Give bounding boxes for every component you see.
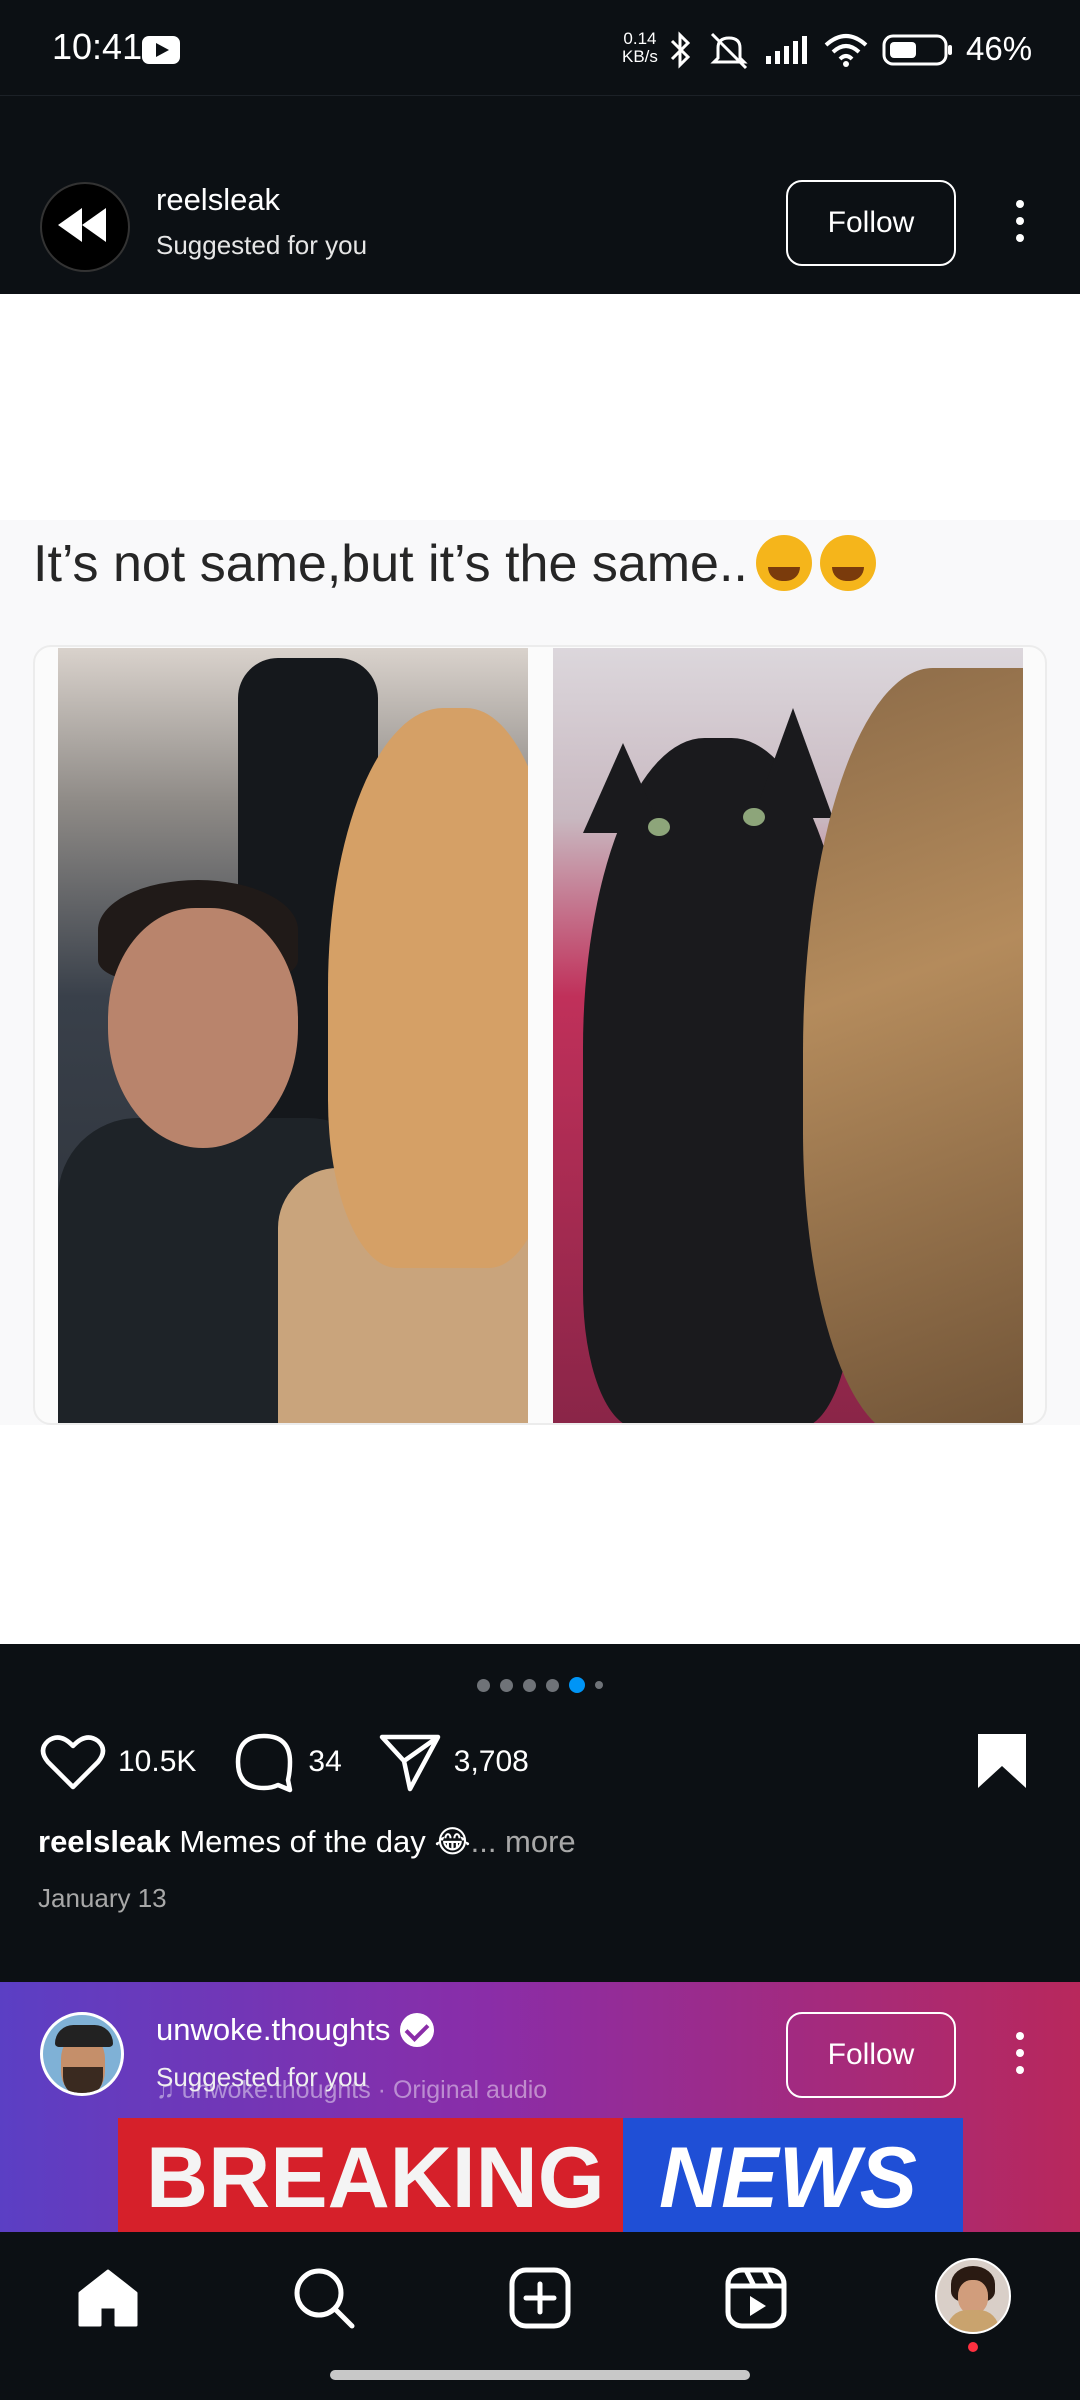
home-indicator[interactable] <box>330 2370 750 2380</box>
black-cat-eye <box>648 818 670 836</box>
post-avatar[interactable] <box>40 182 130 272</box>
status-icons <box>668 30 954 70</box>
laughing-emoji-icon <box>819 535 876 591</box>
nav-create[interactable] <box>500 2258 580 2338</box>
caption-more-link[interactable]: ... more <box>471 1824 576 1859</box>
bluetooth-icon <box>670 31 691 69</box>
next-post-user[interactable]: unwoke.thoughts <box>156 2012 435 2048</box>
caption-username[interactable]: reelsleak <box>38 1824 171 1859</box>
carousel-dot <box>477 1678 490 1692</box>
signal-icon <box>766 36 807 64</box>
carousel-indicator <box>0 1677 1080 1693</box>
comment-icon[interactable] <box>232 1730 296 1794</box>
carousel-dot <box>500 1678 513 1692</box>
tabby-cat <box>803 668 1023 1423</box>
next-post-avatar[interactable] <box>40 2012 124 2096</box>
bookmark-icon[interactable] <box>976 1732 1028 1790</box>
wifi-icon <box>824 34 868 67</box>
battery-percent: 46% <box>966 30 1033 67</box>
more-options-icon[interactable] <box>1000 196 1040 250</box>
create-icon[interactable] <box>508 2266 572 2330</box>
carousel-dot <box>595 1681 603 1689</box>
black-cat-eye <box>743 808 765 826</box>
post-username[interactable]: reelsleak <box>156 182 280 218</box>
laughing-emoji-icon <box>755 535 812 591</box>
carousel-dot <box>523 1678 536 1692</box>
profile-notification-dot <box>968 2342 978 2352</box>
share-count[interactable]: 3,708 <box>454 1745 529 1779</box>
carousel-dot-active <box>569 1677 585 1693</box>
man-face <box>108 908 298 1148</box>
verified-badge-icon <box>400 2013 435 2047</box>
like-count[interactable]: 10.5K <box>118 1745 196 1779</box>
post-caption[interactable]: reelsleak Memes of the day 😂... more <box>38 1824 576 1860</box>
heart-icon[interactable] <box>40 1732 106 1792</box>
send-icon[interactable] <box>378 1731 442 1793</box>
post-suggested-label: Suggested for you <box>156 230 368 260</box>
comment-count[interactable]: 34 <box>308 1745 341 1779</box>
meme-text-label: It’s not same,but it’s the same.. <box>33 535 748 593</box>
reels-icon[interactable] <box>724 2266 788 2330</box>
network-speed-unit: KB/s <box>622 47 658 66</box>
profile-avatar[interactable] <box>935 2258 1011 2334</box>
next-post-username[interactable]: unwoke.thoughts <box>156 2012 390 2048</box>
share-action[interactable]: 3,708 <box>378 1731 529 1793</box>
search-icon[interactable] <box>292 2266 356 2330</box>
network-speed: 0.14 KB/s <box>622 30 658 66</box>
caption-text: Memes of the day 😂 <box>179 1824 471 1859</box>
comment-action[interactable]: 34 <box>232 1730 342 1794</box>
post-date: January 13 <box>38 1883 167 1913</box>
like-action[interactable]: 10.5K <box>40 1732 196 1792</box>
meme-photo-cats <box>553 648 1023 1423</box>
meme-photo-people <box>58 648 528 1423</box>
status-time: 10:41 <box>52 26 143 67</box>
next-post-follow-button[interactable]: Follow <box>786 2012 956 2098</box>
meme-text: It’s not same,but it’s the same.. <box>33 534 876 594</box>
home-icon[interactable] <box>76 2267 140 2329</box>
next-post-more-options-icon[interactable] <box>1000 2028 1040 2082</box>
battery-icon <box>882 34 952 66</box>
black-cat-ear <box>753 708 833 818</box>
mute-bell-icon <box>710 32 748 70</box>
breaking-banner: BREAKING <box>118 2118 623 2238</box>
post-actions: 10.5K 34 3,708 <box>40 1730 565 1794</box>
youtube-notification-icon <box>142 36 180 64</box>
follow-button[interactable]: Follow <box>786 180 956 266</box>
nav-home[interactable] <box>68 2258 148 2338</box>
nav-reels[interactable] <box>716 2258 796 2338</box>
nav-search[interactable] <box>284 2258 364 2338</box>
rewind-logo-icon <box>58 208 106 242</box>
news-banner: NEWS <box>623 2118 963 2238</box>
carousel-dot <box>546 1678 559 1692</box>
next-post-suggested-label: Suggested for you <box>156 2062 368 2092</box>
network-speed-value: 0.14 <box>623 29 657 48</box>
